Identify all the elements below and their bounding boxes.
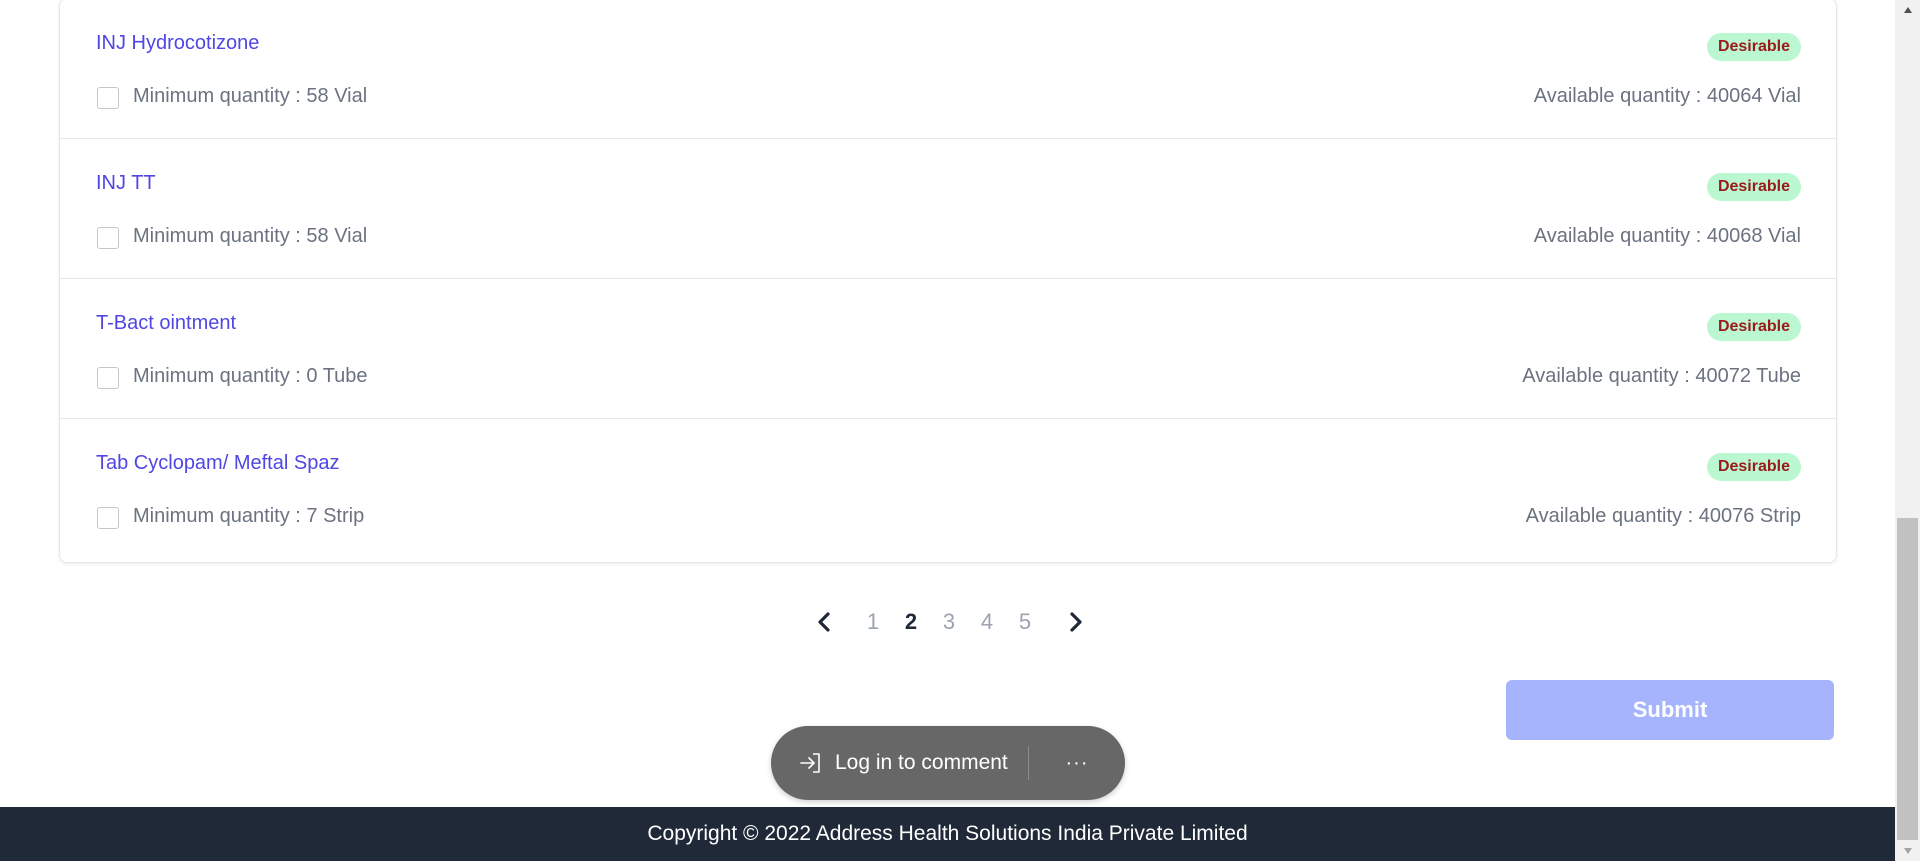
page-5[interactable]: 5 — [1006, 609, 1044, 635]
list-item: Tab Cyclopam/ Meftal Spaz Desirable Mini… — [60, 419, 1836, 558]
available-quantity: Available quantity : 40064 Vial — [1533, 85, 1801, 107]
login-to-comment-label: Log in to comment — [835, 751, 1008, 774]
list-item: INJ Hydrocotizone Desirable Minimum quan… — [60, 0, 1836, 139]
page-2-current[interactable]: 2 — [892, 609, 930, 635]
available-quantity: Available quantity : 40072 Tube — [1522, 365, 1801, 387]
list-item: INJ TT Desirable Minimum quantity : 58 V… — [60, 139, 1836, 279]
list-item: T-Bact ointment Desirable Minimum quanti… — [60, 279, 1836, 419]
priority-badge: Desirable — [1706, 313, 1801, 341]
medicine-name-link[interactable]: Tab Cyclopam/ Meftal Spaz — [96, 452, 339, 475]
medicine-name-link[interactable]: INJ Hydrocotizone — [96, 32, 259, 55]
chevron-right-icon[interactable] — [1062, 608, 1090, 636]
page-3[interactable]: 3 — [930, 609, 968, 635]
scroll-down-arrow-icon[interactable] — [1895, 841, 1920, 861]
page-1[interactable]: 1 — [854, 609, 892, 635]
select-checkbox[interactable] — [97, 367, 119, 389]
scroll-up-arrow-icon[interactable] — [1895, 0, 1920, 20]
vertical-scrollbar[interactable] — [1895, 0, 1920, 861]
medicine-name-link[interactable]: INJ TT — [96, 172, 156, 195]
select-checkbox[interactable] — [97, 87, 119, 109]
select-checkbox[interactable] — [97, 507, 119, 529]
footer: Copyright © 2022 Address Health Solution… — [0, 807, 1895, 861]
minimum-quantity: Minimum quantity : 58 Vial — [133, 85, 368, 107]
page-4[interactable]: 4 — [968, 609, 1006, 635]
scrollbar-thumb[interactable] — [1897, 518, 1918, 840]
minimum-quantity: Minimum quantity : 0 Tube — [133, 365, 368, 387]
medicine-name-link[interactable]: T-Bact ointment — [96, 312, 236, 335]
login-arrow-icon — [800, 753, 820, 773]
more-options-button[interactable]: ··· — [1029, 726, 1125, 800]
chevron-left-icon[interactable] — [810, 608, 838, 636]
page: INJ Hydrocotizone Desirable Minimum quan… — [0, 0, 1895, 861]
pagination: 1 2 3 4 5 — [810, 605, 1090, 639]
login-to-comment-button[interactable]: Log in to comment — [771, 726, 1028, 800]
priority-badge: Desirable — [1706, 33, 1801, 61]
medicine-list-card: INJ Hydrocotizone Desirable Minimum quan… — [59, 0, 1837, 563]
minimum-quantity: Minimum quantity : 7 Strip — [133, 505, 365, 527]
submit-button[interactable]: Submit — [1506, 680, 1834, 740]
available-quantity: Available quantity : 40068 Vial — [1533, 225, 1801, 247]
select-checkbox[interactable] — [97, 227, 119, 249]
priority-badge: Desirable — [1706, 173, 1801, 201]
available-quantity: Available quantity : 40076 Strip — [1525, 505, 1801, 527]
priority-badge: Desirable — [1706, 453, 1801, 481]
copyright-text: Copyright © 2022 Address Health Solution… — [647, 822, 1248, 845]
comment-bar: Log in to comment ··· — [771, 726, 1125, 800]
minimum-quantity: Minimum quantity : 58 Vial — [133, 225, 368, 247]
